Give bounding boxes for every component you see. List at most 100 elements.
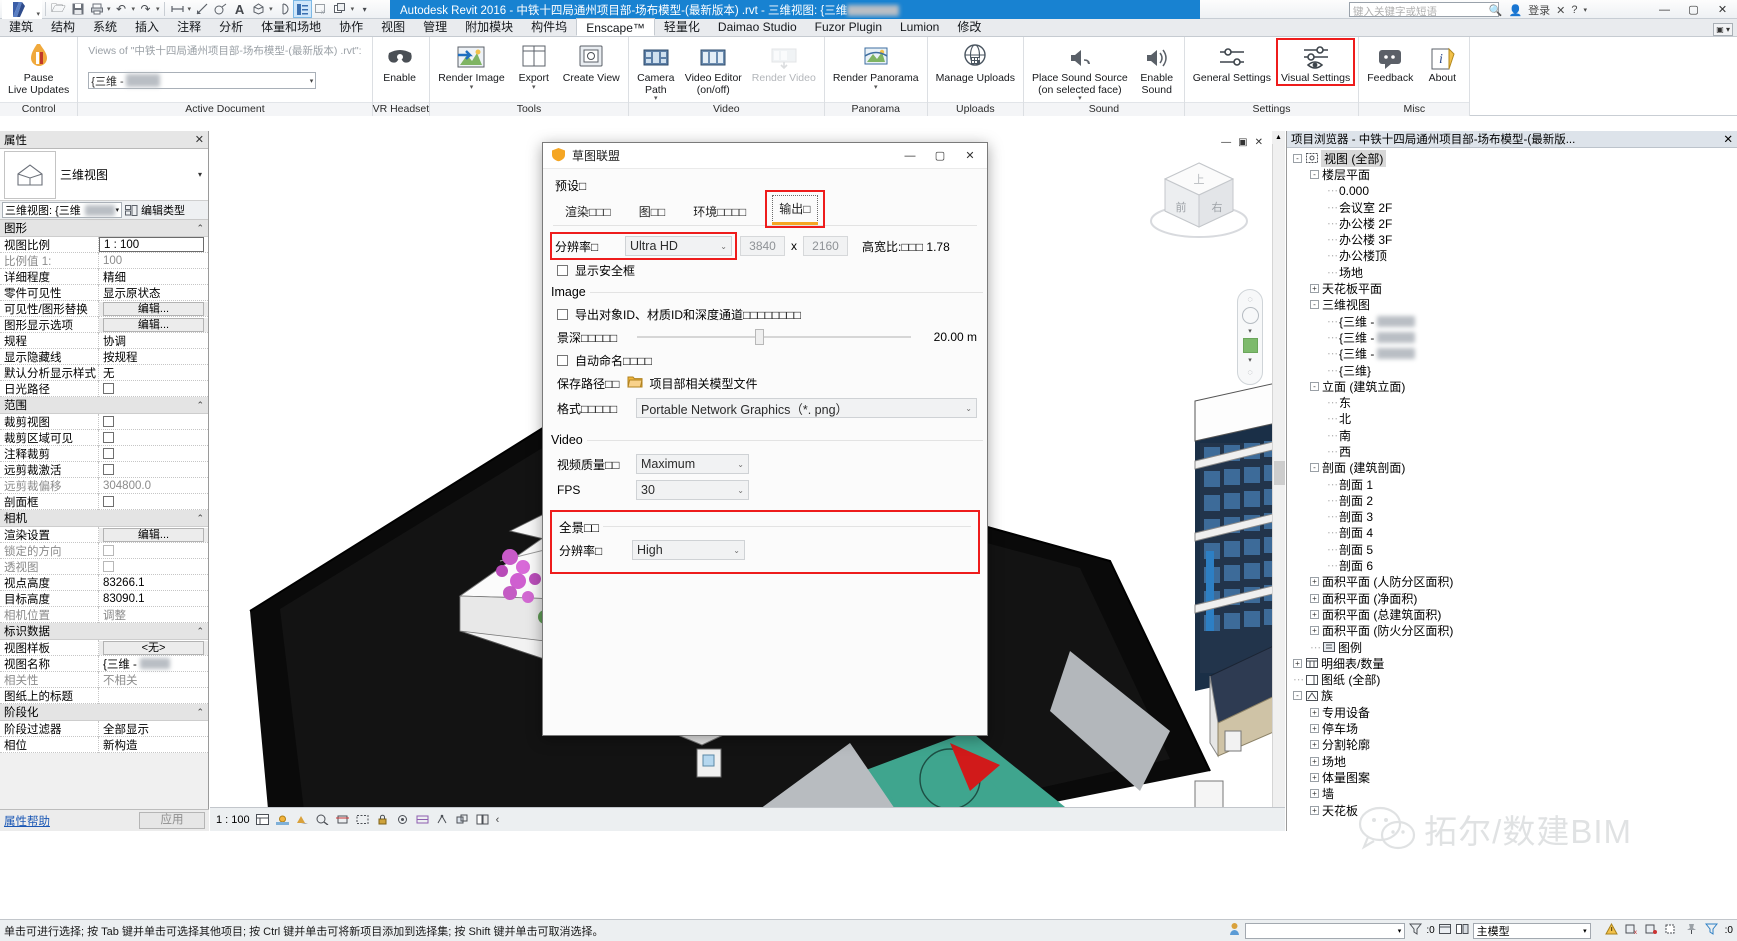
project-browser-tree[interactable]: - 视图 (全部) - 楼层平面 ⋯ 0.000 ⋯ 会议室 2F ⋯ 办公楼 2F ⋯ 办公楼 3F… [1287, 148, 1737, 820]
main-model-chevron-down-icon[interactable]: ▾ [1583, 927, 1587, 935]
export-ids-checkbox[interactable] [557, 308, 568, 320]
property-row[interactable]: 渲染设置 编辑... [0, 526, 208, 543]
dialog-tab-2[interactable]: 环境□□□□ [687, 199, 752, 225]
property-group-collapse-icon[interactable]: ⌃ [196, 400, 204, 411]
property-row[interactable]: 日光路径 [0, 380, 208, 397]
tree-node[interactable]: + 停车场 [1287, 720, 1737, 736]
property-row[interactable]: 视点高度 83266.1 [0, 574, 208, 591]
tree-node[interactable]: ⋯ 南 [1287, 427, 1737, 443]
tree-node[interactable]: + 面积平面 (防火分区面积) [1287, 623, 1737, 639]
property-value[interactable]: 协调 [99, 333, 208, 349]
property-checkbox[interactable] [103, 416, 114, 427]
ribbon-options[interactable]: ▣ ▾ [1713, 23, 1737, 36]
ribbon-tab-13[interactable]: 轻量化 [655, 18, 709, 36]
export-ids-row[interactable]: 导出对象ID、材质ID和深度通道□□□□□□□□ [553, 303, 977, 325]
tree-node[interactable]: ⋯ 会议室 2F [1287, 199, 1737, 215]
property-group-collapse-icon[interactable]: ⌃ [196, 626, 204, 637]
tree-node[interactable]: + 天花板 [1287, 802, 1737, 818]
property-value[interactable]: 83266.1 [99, 577, 208, 589]
property-row[interactable]: 规程 协调 [0, 332, 208, 349]
property-checkbox[interactable] [103, 561, 114, 572]
3d-view-icon[interactable] [249, 0, 268, 18]
navigation-bar[interactable]: ◌ ▾ ▾ ◌ [1237, 289, 1263, 385]
property-value[interactable]: 304800.0 [99, 480, 208, 492]
tree-node[interactable]: ⋯ 剖面 6 [1287, 557, 1737, 573]
help-caret-icon[interactable]: ▾ [1583, 6, 1587, 14]
tree-node[interactable]: ⋯ 剖面 4 [1287, 525, 1737, 541]
property-value[interactable] [99, 561, 208, 572]
depth-of-field-row[interactable]: 景深□□□□□ 20.00 m [553, 325, 977, 349]
property-value[interactable]: 100 [99, 255, 208, 267]
tree-expand-icon[interactable]: + [1310, 772, 1319, 782]
text-icon[interactable]: A [230, 0, 249, 18]
zoom-region-icon[interactable] [1242, 338, 1258, 353]
tree-node[interactable]: ⋯ {三维 - [1287, 313, 1737, 329]
tree-expand-icon[interactable]: + [1310, 609, 1319, 619]
measure-icon[interactable] [168, 0, 187, 18]
redo-icon[interactable]: ↷ [136, 0, 155, 18]
tree-node[interactable]: ⋯ 场地 [1287, 264, 1737, 280]
property-row[interactable]: 可见性/图形替换 编辑... [0, 300, 208, 317]
print-icon[interactable] [87, 0, 106, 18]
tree-node[interactable]: + 明细表/数量 [1287, 655, 1737, 671]
worksets-icon[interactable] [1228, 922, 1241, 939]
property-value[interactable]: 编辑... [99, 301, 208, 316]
canvas-scroll-thumb[interactable] [1274, 461, 1285, 485]
format-chevron-down-icon[interactable]: ⌄ [957, 404, 972, 413]
tree-node[interactable]: ⋯ 剖面 3 [1287, 509, 1737, 525]
property-value[interactable]: 新构造 [99, 737, 208, 753]
property-group-2[interactable]: 相机 ⌃ [0, 510, 208, 527]
tree-node[interactable]: - 楼层平面 [1287, 166, 1737, 182]
tag-icon[interactable] [211, 0, 230, 18]
ribbon-minimize-icon[interactable]: ▣ ▾ [1713, 23, 1733, 36]
tree-expand-icon[interactable]: + [1310, 577, 1319, 587]
steering-caret-icon[interactable]: ▾ [1248, 327, 1252, 335]
main-model-combo[interactable]: 主模型 ▾ [1472, 922, 1591, 939]
tree-node[interactable]: ⋯ 剖面 1 [1287, 476, 1737, 492]
tree-node[interactable]: -族 [1287, 688, 1737, 704]
property-value[interactable]: {三维 - [99, 656, 208, 672]
property-row[interactable]: 注释裁剪 [0, 445, 208, 462]
lock-3d-view-icon[interactable] [376, 813, 390, 827]
tree-node[interactable]: ⋯ 剖面 2 [1287, 492, 1737, 508]
edit-type-button[interactable]: 编辑类型 [125, 202, 185, 218]
maximize-button[interactable]: ▢ [1679, 0, 1708, 19]
property-value[interactable]: <无> [99, 640, 208, 655]
video-quality-combo[interactable]: Maximum ⌄ [636, 454, 749, 474]
property-checkbox[interactable] [103, 545, 114, 556]
design-options-chevron-down-icon[interactable]: ▾ [1398, 927, 1402, 935]
tree-node[interactable]: ⋯ 北 [1287, 411, 1737, 427]
section-icon[interactable] [274, 0, 293, 18]
property-row[interactable]: 锁定的方向 [0, 542, 208, 559]
save-path-row[interactable]: 保存路径□□ 项目部相关模型文件 [553, 371, 977, 395]
tree-expand-icon[interactable]: - [1310, 381, 1319, 391]
open-icon[interactable]: 🗁 [49, 0, 68, 18]
ribbon-tab-strip[interactable]: 建筑 结构 系统 插入 注释 分析 体量和场地 协作 视图 管理 附加模块 构件坞 Enscape™ 轻量… [0, 18, 1737, 37]
select-pinned-icon[interactable] [1685, 923, 1698, 938]
property-group-collapse-icon[interactable]: ⌃ [196, 707, 204, 718]
temporary-hide-isolate-icon[interactable] [396, 813, 410, 827]
property-checkbox[interactable] [103, 383, 114, 394]
signin-label[interactable]: 登录 [1528, 2, 1550, 18]
ribbon-button-feedback[interactable]: Feedback [1363, 39, 1417, 85]
property-value[interactable] [99, 416, 208, 427]
tree-expand-icon[interactable]: - [1293, 153, 1302, 163]
property-value[interactable]: 编辑... [99, 527, 208, 542]
ribbon-tab-4[interactable]: 注释 [168, 18, 210, 36]
format-combo[interactable]: Portable Network Graphics（*. png） ⌄ [636, 398, 977, 418]
close-hidden-windows-icon[interactable]: x [312, 0, 331, 18]
sun-path-icon[interactable] [276, 813, 290, 827]
property-group-1[interactable]: 范围 ⌃ [0, 397, 208, 414]
tree-expand-icon[interactable]: + [1293, 658, 1302, 668]
resolution-chevron-down-icon[interactable]: ⌄ [712, 242, 727, 251]
render-dialog-icon[interactable] [316, 813, 330, 827]
tree-expand-icon[interactable]: + [1310, 284, 1319, 294]
property-edit-button[interactable]: 编辑... [103, 301, 204, 316]
property-row[interactable]: 目标高度 83090.1 [0, 590, 208, 607]
tree-expand-icon[interactable]: - [1310, 463, 1319, 473]
tree-node[interactable]: ⋯ 图纸 (全部) [1287, 672, 1737, 688]
width-input[interactable]: 3840 [740, 236, 785, 256]
steering-wheel-icon[interactable] [1241, 307, 1259, 324]
highlight-displacement-icon[interactable] [456, 813, 470, 827]
property-row[interactable]: 图形显示选项 编辑... [0, 316, 208, 333]
